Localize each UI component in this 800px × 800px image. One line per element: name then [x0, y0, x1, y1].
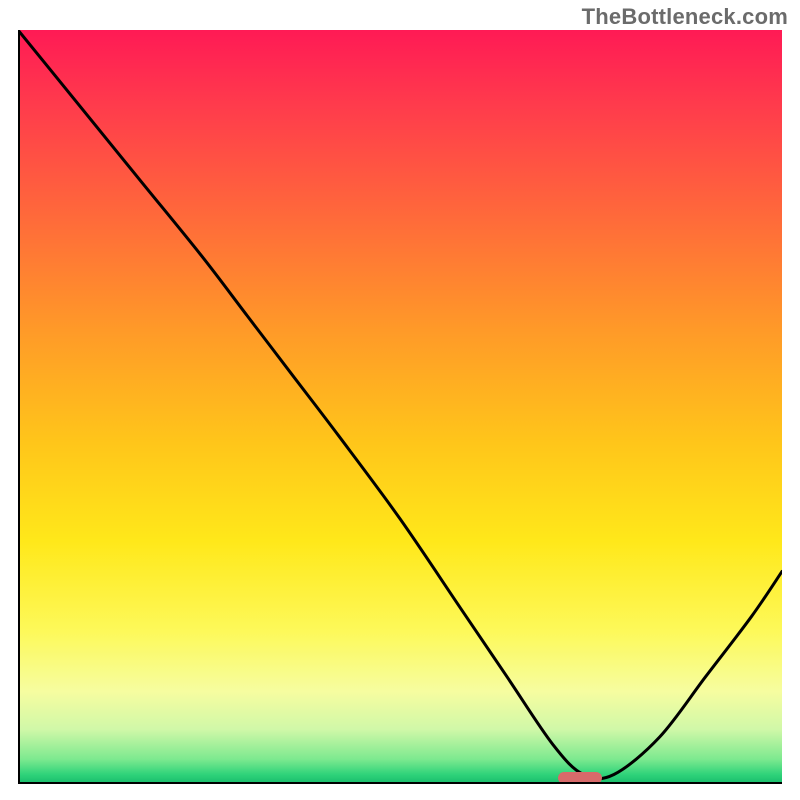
y-axis — [18, 30, 20, 782]
curve-layer — [18, 30, 782, 782]
x-axis — [18, 782, 782, 784]
plot-area — [18, 30, 782, 782]
bottleneck-curve — [18, 30, 782, 779]
highlight-marker — [558, 772, 602, 782]
bottleneck-chart: TheBottleneck.com — [0, 0, 800, 800]
watermark-text: TheBottleneck.com — [582, 4, 788, 30]
